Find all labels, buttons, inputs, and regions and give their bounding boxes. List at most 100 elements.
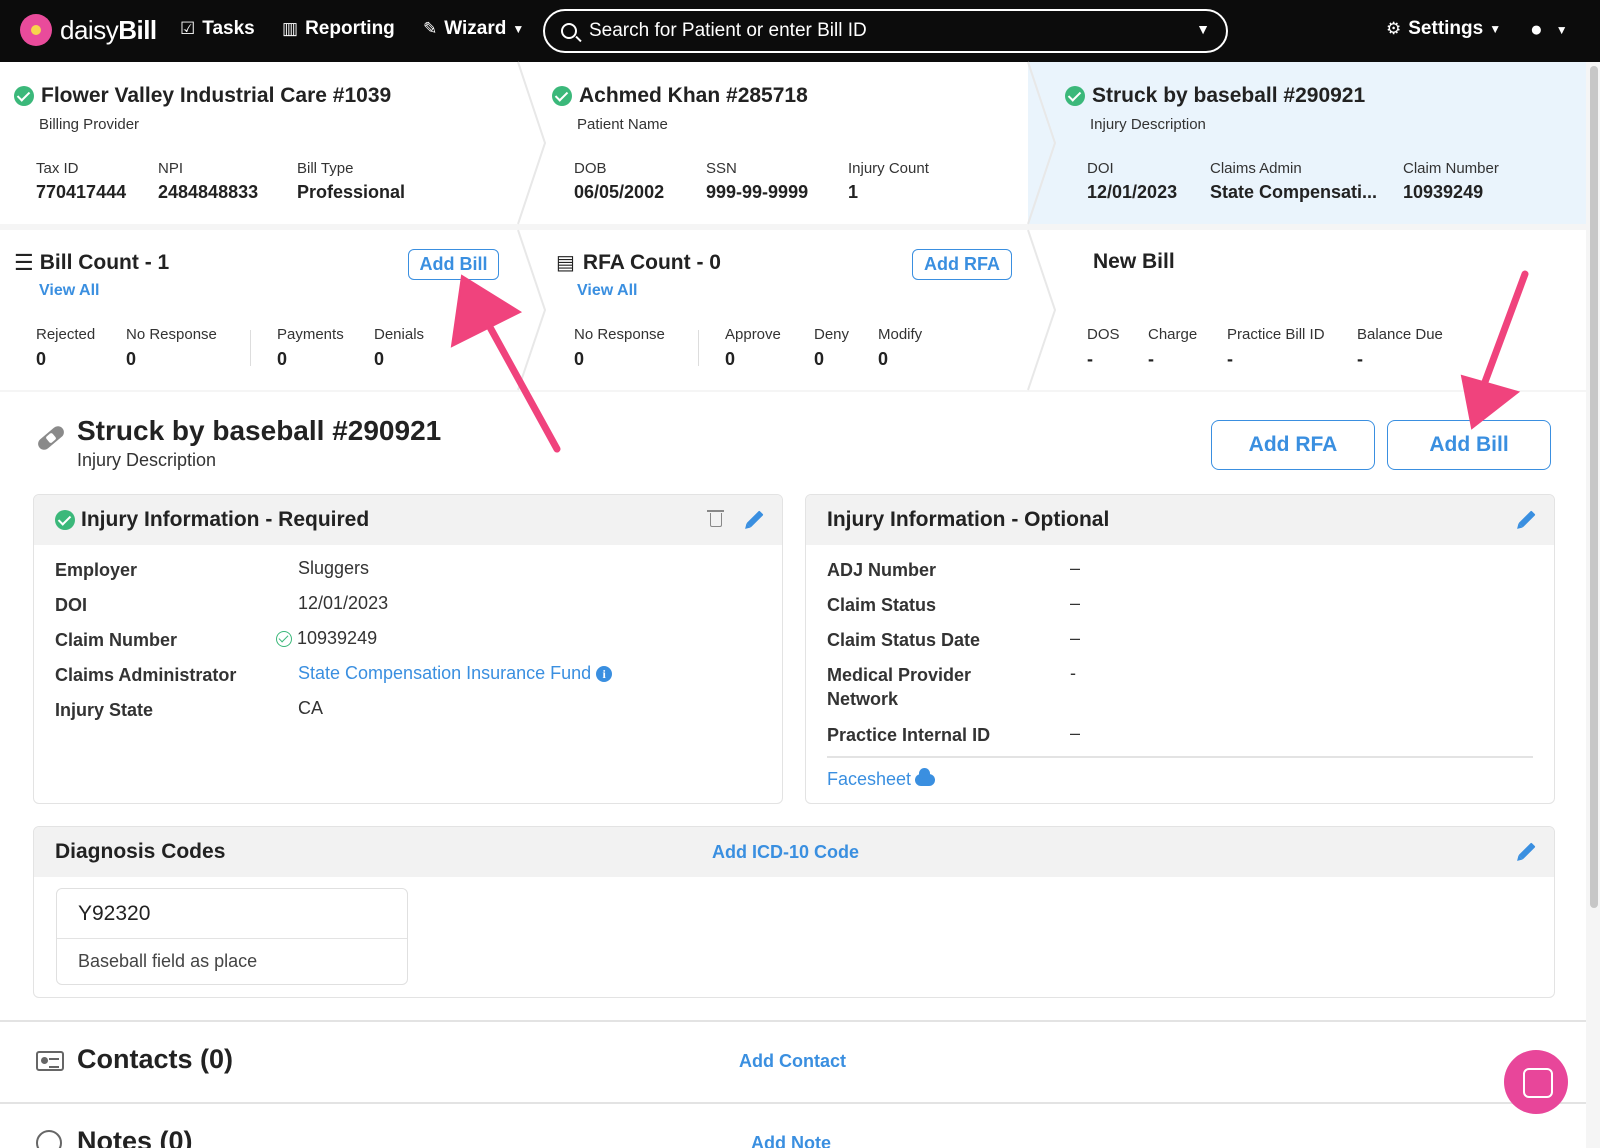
field-label: DOI [1087,160,1114,177]
chevron-down-icon[interactable]: ▼ [1196,21,1210,37]
bill-count-text: Bill Count - 1 [39,251,170,274]
injury-required-panel: Injury Information - Required Employer S… [33,494,783,804]
search-input[interactable]: Search for Patient or enter Bill ID ▼ [543,9,1228,53]
field-label: Injury Count [848,160,929,177]
field-label: Bill Type [297,160,354,177]
row-value: – [1070,723,1081,743]
nav-wizard[interactable]: ✎ Wizard ▼ [423,18,524,40]
add-rfa-card-button[interactable]: Add RFA [912,249,1012,280]
stat-value: 0 [878,349,889,369]
claims-admin-link[interactable]: State Compensation Insurance Fund [298,663,591,683]
field-value: 2484848833 [158,182,259,202]
stat-value: 0 [277,349,288,369]
row-label: Injury State [55,700,154,720]
stat-value: - [1357,349,1363,369]
brand-logo[interactable]: daisyBill [20,14,157,46]
gear-icon: ⚙ [1386,19,1402,38]
view-all-rfas-link[interactable]: View All [577,282,637,300]
injury-title-text: Struck by baseball #290921 [1092,84,1366,107]
pencil-icon[interactable] [1518,510,1536,528]
field-value: 999-99-9999 [706,182,809,202]
row-label: Claim Status Date [827,630,981,650]
panel-title: Injury Information - Required [55,508,369,532]
nav-settings-label: Settings [1408,18,1484,39]
chevron-down-icon: ▼ [1555,23,1568,37]
stat-label: Rejected [36,326,96,343]
diagnosis-code: Y92320 [78,902,151,925]
bill-count-title: ☰ Bill Count - 1 [14,250,169,276]
user-menu[interactable]: ● ▼ [1530,18,1568,42]
row-value: 12/01/2023 [298,593,389,613]
provider-subtitle: Billing Provider [39,116,140,133]
add-rfa-button[interactable]: Add RFA [1211,420,1375,470]
row-label: Medical Provider Network [827,665,972,709]
view-all-bills-link[interactable]: View All [39,282,99,300]
panel-title-text: Injury Information - Required [81,508,370,531]
nav-tasks[interactable]: ☑ Tasks [180,18,255,40]
row-label: Claims Administrator [55,665,237,685]
row-value: Sluggers [298,558,370,578]
stat-label: Balance Due [1357,326,1443,343]
field-value: Professional [297,182,406,202]
field-label: Tax ID [36,160,79,177]
add-bill-button[interactable]: Add Bill [1387,420,1551,470]
patient-title-text: Achmed Khan #285718 [579,84,808,107]
stat-value: 0 [126,349,137,369]
diagnosis-code-card[interactable]: Y92320 Baseball field as place [56,888,408,985]
pencil-icon[interactable] [1518,842,1536,860]
field-value: 770417444 [36,182,127,202]
daisy-flower-icon [20,14,52,46]
nav-settings[interactable]: ⚙ Settings ▼ [1386,18,1501,40]
info-icon[interactable]: i [596,666,613,683]
trash-icon[interactable] [707,510,724,527]
list-icon: ☰ [14,250,34,275]
add-note-link[interactable]: Add Note [751,1133,831,1148]
field-label: NPI [158,160,184,177]
clipboard-icon: ☑ [180,19,196,38]
row-value: CA [298,698,324,718]
provider-title-text: Flower Valley Industrial Care #1039 [41,84,392,107]
id-card-icon [36,1051,64,1071]
row-label: Employer [55,560,138,580]
field-value: 1 [848,182,859,202]
field-value: 10939249 [1403,182,1484,202]
add-bill-card-button[interactable]: Add Bill [408,249,499,280]
nav-reporting-label: Reporting [305,18,395,39]
row-label: Claim Number [55,630,178,650]
row-value: – [1070,593,1081,613]
add-contact-link[interactable]: Add Contact [739,1051,846,1072]
brand-suffix: Bill [118,14,157,45]
nav-reporting[interactable]: ▥ Reporting [282,18,395,40]
pencil-icon[interactable] [746,510,764,528]
notes-title: Notes (0) [77,1126,193,1148]
cloud-download-icon [915,768,936,787]
field-label: SSN [706,160,737,177]
panel-header: Diagnosis Codes Add ICD-10 Code [34,827,1554,877]
row-label: Practice Internal ID [827,725,991,745]
contacts-title: Contacts (0) [77,1044,234,1074]
stat-value: 0 [725,349,736,369]
nav-tasks-label: Tasks [202,18,255,39]
stat-label: Deny [814,326,850,343]
user-avatar-icon: ● [1530,18,1543,41]
panel-title: Diagnosis Codes [55,840,226,863]
scrollbar[interactable] [1590,66,1598,908]
new-bill-title: New Bill [1093,250,1175,273]
panel-title: Injury Information - Optional [827,508,1110,531]
stat-value: 0 [374,349,385,369]
facesheet-link[interactable]: Facesheet [827,768,936,790]
divider [57,938,407,939]
divider [0,1020,1586,1022]
chat-launcher-icon[interactable] [1504,1050,1568,1114]
page-title: Struck by baseball #290921 [77,415,442,446]
panel-header: Injury Information - Optional [806,495,1554,545]
add-icd10-link[interactable]: Add ICD-10 Code [712,842,859,863]
diagnosis-description: Baseball field as place [78,951,258,971]
stat-label: Denials [374,326,425,343]
provider-title: Flower Valley Industrial Care #1039 [14,84,391,108]
stat-label: No Response [126,326,217,343]
chart-icon: ▥ [282,19,299,38]
injury-title: Struck by baseball #290921 [1065,84,1365,108]
stat-label: Payments [277,326,344,343]
field-label: Claim Number [1403,160,1499,177]
